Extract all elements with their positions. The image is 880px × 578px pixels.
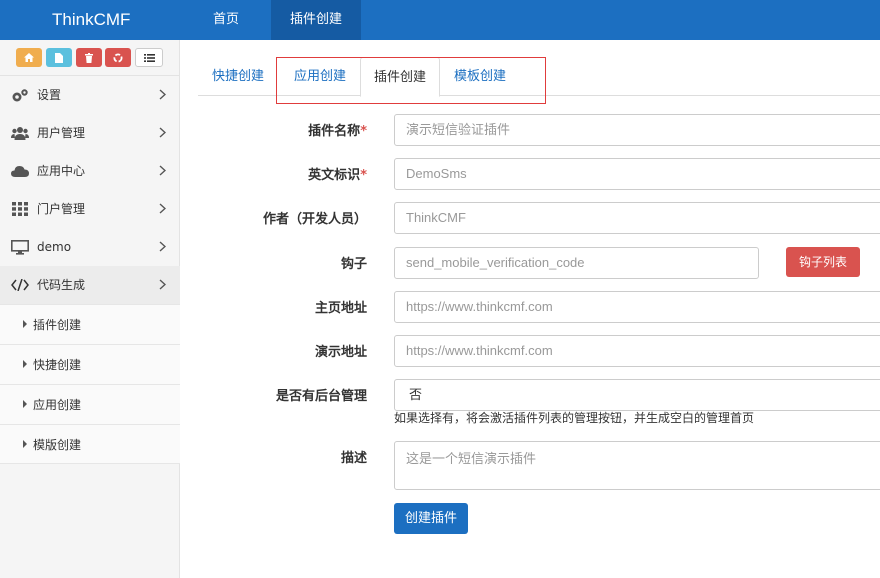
sidebar: 设置 用户管理 应用中心 门户管理 demo 代码生成 插件创建 快捷创建 应用… <box>0 40 180 578</box>
home-icon <box>24 53 34 62</box>
description-textarea[interactable]: 这是一个短信演示插件 <box>394 441 880 490</box>
gears-icon <box>11 87 29 103</box>
field-label-demo-url: 演示地址 <box>314 345 367 360</box>
shortcut-bar <box>0 40 180 76</box>
top-navbar: ThinkCMF 首页 插件创建 <box>0 0 880 40</box>
sidebar-item-label: 门户管理 <box>37 202 86 216</box>
chevron-right-icon <box>159 127 166 138</box>
tab-bar: 快捷创建 应用创建 插件创建 模板创建 <box>198 57 880 97</box>
sidebar-item-label: demo <box>37 240 72 254</box>
chevron-right-icon <box>159 89 166 100</box>
tab-plugin-create[interactable]: 插件创建 <box>360 57 440 97</box>
admin-help-text: 如果选择有，将会激活插件列表的管理按钮，并生成空白的管理首页 <box>394 411 755 425</box>
sidebar-subitem-plugin-create[interactable]: 插件创建 <box>0 304 180 344</box>
caret-right-icon <box>23 360 27 368</box>
grid-icon <box>11 201 29 217</box>
home-shortcut-button[interactable] <box>16 48 42 67</box>
tab-template-create[interactable]: 模板创建 <box>440 57 520 96</box>
admin-select[interactable]: 否 <box>394 379 880 411</box>
sidebar-item-label: 代码生成 <box>37 278 86 292</box>
required-mark: * <box>360 168 367 183</box>
chevron-right-icon <box>159 165 166 176</box>
hook-list-button[interactable]: 钩子列表 <box>786 247 860 277</box>
field-label-english-id: 英文标识* <box>308 168 367 183</box>
brand-logo[interactable]: ThinkCMF <box>0 0 180 40</box>
sidebar-item-label: 应用中心 <box>37 164 86 178</box>
trash-shortcut-button[interactable] <box>76 48 102 67</box>
recycle-shortcut-button[interactable] <box>105 48 131 67</box>
create-plugin-button[interactable]: 创建插件 <box>394 503 468 534</box>
caret-right-icon <box>23 440 27 448</box>
chevron-right-icon <box>159 241 166 252</box>
sidebar-subitem-template-create[interactable]: 模版创建 <box>0 424 180 464</box>
sidebar-item-users[interactable]: 用户管理 <box>0 114 180 152</box>
field-label-plugin-name: 插件名称* <box>308 124 367 139</box>
sidebar-subitem-label: 插件创建 <box>33 318 82 332</box>
sidebar-item-label: 设置 <box>37 88 62 102</box>
sidebar-item-code-gen[interactable]: 代码生成 <box>0 266 180 304</box>
demo-url-input[interactable]: https://www.thinkcmf.com <box>394 335 880 367</box>
field-label-hook: 钩子 <box>340 257 367 272</box>
sidebar-subitem-quick-create[interactable]: 快捷创建 <box>0 344 180 384</box>
field-label-homepage: 主页地址 <box>314 301 367 316</box>
nav-home[interactable]: 首页 <box>190 0 262 40</box>
recycle-icon <box>113 53 123 62</box>
field-label-author: 作者（开发人员） <box>262 212 367 227</box>
code-icon <box>11 277 29 293</box>
sidebar-subitem-label: 应用创建 <box>33 398 82 412</box>
list-icon <box>143 53 155 62</box>
caret-right-icon <box>23 400 27 408</box>
sidebar-item-demo[interactable]: demo <box>0 228 180 266</box>
field-label-description: 描述 <box>340 451 367 466</box>
list-shortcut-button[interactable] <box>135 48 163 67</box>
author-input[interactable]: ThinkCMF <box>394 202 880 234</box>
tab-quick-create[interactable]: 快捷创建 <box>198 57 278 96</box>
required-mark: * <box>360 124 367 139</box>
chevron-right-icon <box>159 203 166 214</box>
plugin-name-input[interactable]: 演示短信验证插件 <box>394 114 880 146</box>
nav-plugin-create[interactable]: 插件创建 <box>271 0 361 40</box>
file-icon <box>55 52 63 63</box>
sidebar-subitem-label: 模版创建 <box>33 438 82 452</box>
trash-icon <box>85 52 93 63</box>
hook-input[interactable]: send_mobile_verification_code <box>394 247 759 279</box>
sidebar-item-label: 用户管理 <box>37 126 86 140</box>
tab-app-create[interactable]: 应用创建 <box>280 57 360 96</box>
sidebar-item-app-center[interactable]: 应用中心 <box>0 152 180 190</box>
field-label-admin: 是否有后台管理 <box>275 389 367 404</box>
english-id-input[interactable]: DemoSms <box>394 158 880 190</box>
chevron-right-icon <box>159 279 166 290</box>
sidebar-subitem-label: 快捷创建 <box>33 358 82 372</box>
file-shortcut-button[interactable] <box>46 48 72 67</box>
users-icon <box>11 125 29 141</box>
caret-right-icon <box>23 320 27 328</box>
homepage-url-input[interactable]: https://www.thinkcmf.com <box>394 291 880 323</box>
sidebar-subitem-app-create[interactable]: 应用创建 <box>0 384 180 424</box>
desktop-icon <box>11 239 29 255</box>
cloud-icon <box>11 163 29 179</box>
sidebar-item-portal[interactable]: 门户管理 <box>0 190 180 228</box>
sidebar-item-settings[interactable]: 设置 <box>0 76 180 114</box>
